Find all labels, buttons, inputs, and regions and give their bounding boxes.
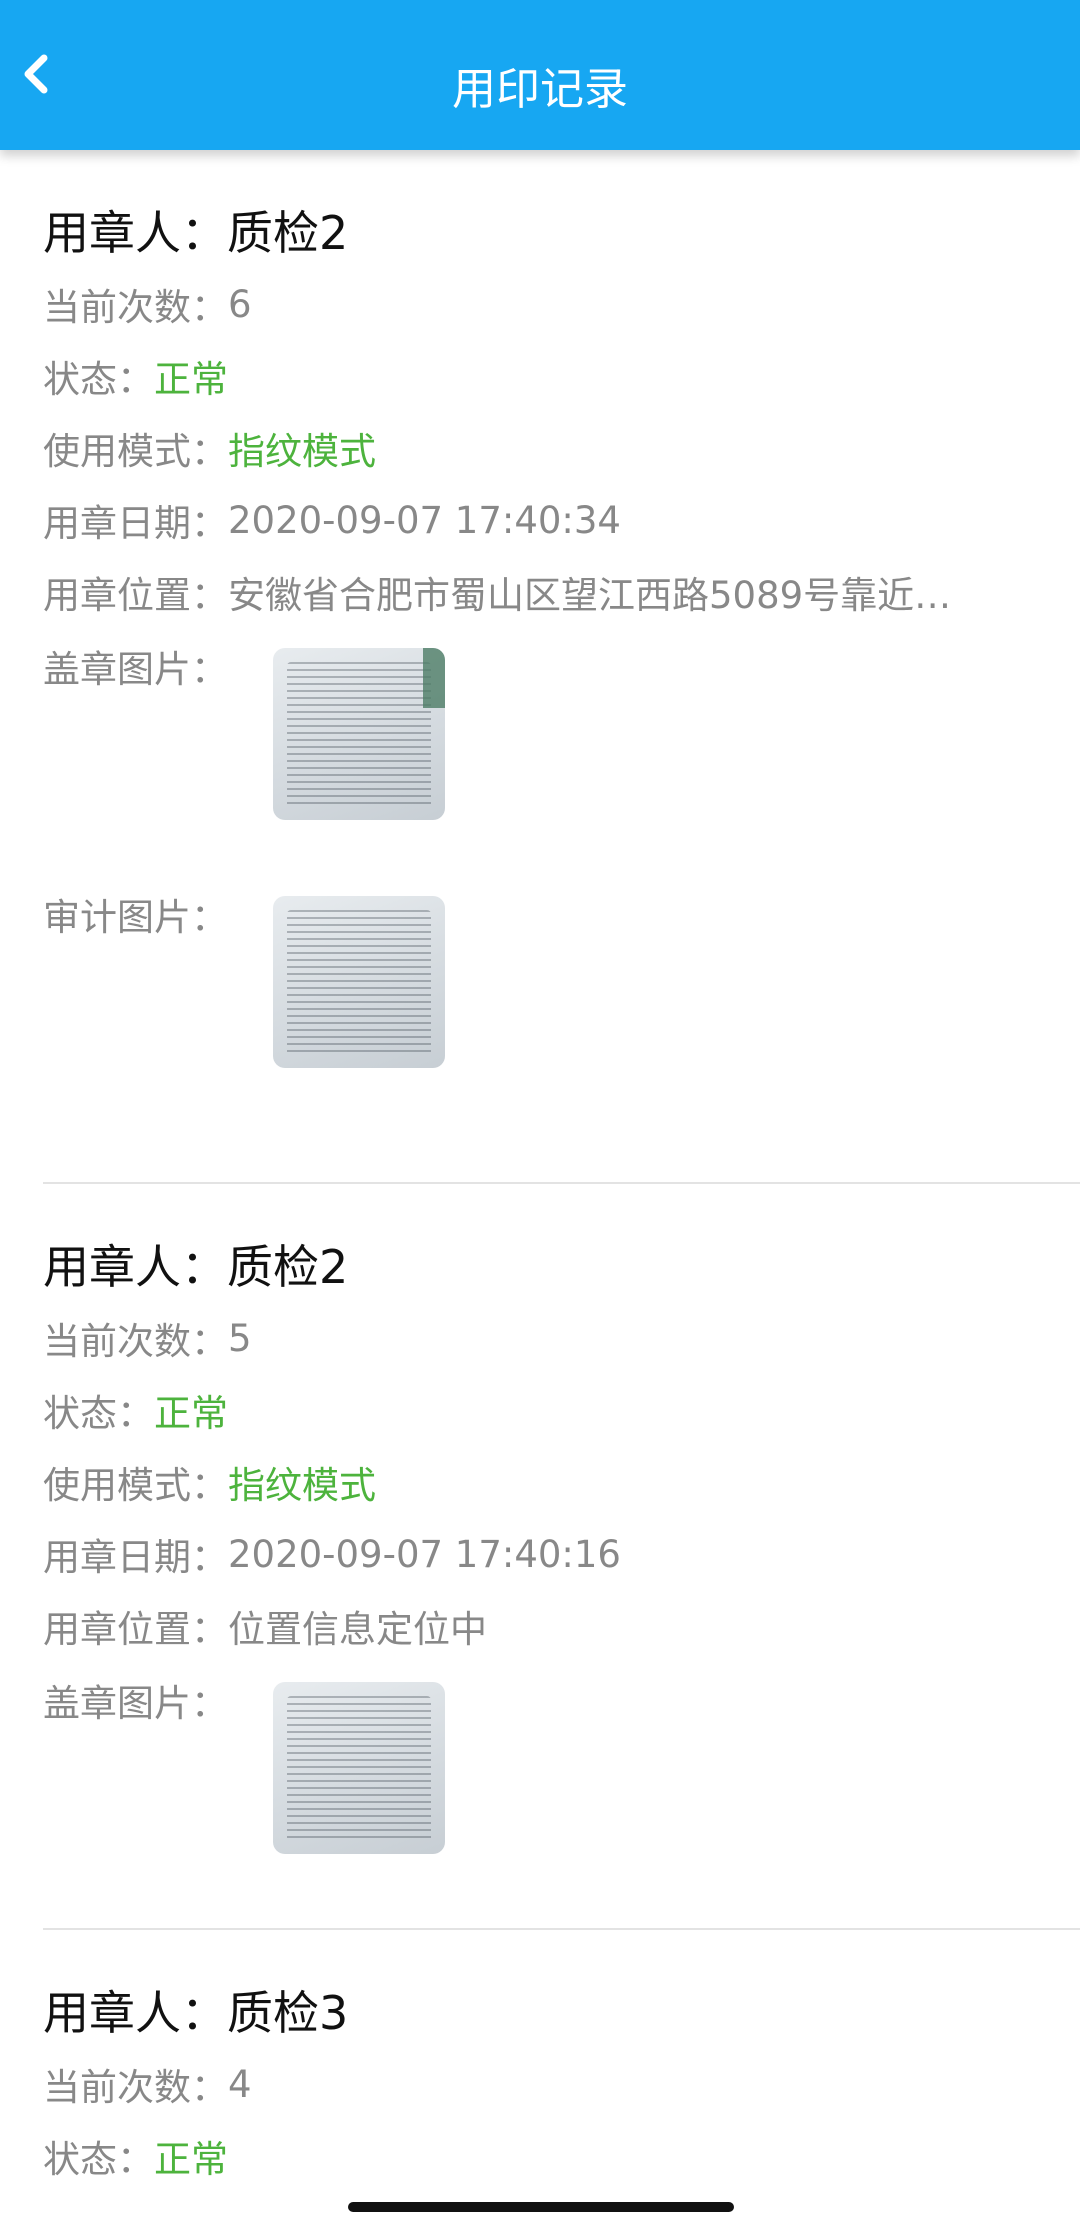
location-value: 安徽省合肥市蜀山区望江西路5089号靠近… — [228, 574, 952, 617]
user-label: 用章人： — [43, 206, 227, 260]
record-card: 用章人： 质检3 当前次数： 4 状态： 正常 — [43, 1928, 1080, 2192]
stamp-image-row: 盖章图片： — [43, 628, 1080, 876]
status-label: 状态： — [43, 358, 154, 401]
page-title: 用印记录 — [452, 64, 628, 115]
date-label: 用章日期： — [43, 502, 228, 545]
document-photo — [287, 662, 431, 808]
record-status-row: 状态： 正常 — [43, 1374, 1080, 1446]
top-app-bar: 用印记录 — [0, 0, 1080, 150]
record-date-row: 用章日期： 2020-09-07 17:40:34 — [43, 484, 1080, 556]
stamp-image-row: 盖章图片： — [43, 1662, 1080, 1854]
record-status-row: 状态： 正常 — [43, 2120, 1080, 2192]
mode-label: 使用模式： — [43, 430, 228, 473]
stamp-image-thumbnail[interactable] — [273, 1682, 445, 1854]
audit-image-row: 审计图片： — [43, 876, 1080, 1068]
record-count-row: 当前次数： 5 — [43, 1302, 1080, 1374]
status-label: 状态： — [43, 1392, 154, 1435]
mode-label: 使用模式： — [43, 1464, 228, 1507]
user-label: 用章人： — [43, 1986, 227, 2040]
date-label: 用章日期： — [43, 1536, 228, 1579]
date-value: 2020-09-07 17:40:16 — [228, 1532, 621, 1576]
record-count-row: 当前次数： 6 — [43, 268, 1080, 340]
record-user-row: 用章人： 质检3 — [43, 1972, 1080, 2048]
location-value: 位置信息定位中 — [228, 1608, 487, 1651]
record-mode-row: 使用模式： 指纹模式 — [43, 412, 1080, 484]
stamp-image-thumbnail[interactable] — [273, 648, 445, 820]
home-indicator[interactable] — [348, 2202, 734, 2212]
count-label: 当前次数： — [43, 286, 228, 329]
status-value: 正常 — [154, 358, 228, 401]
document-photo — [287, 1696, 431, 1842]
count-value: 6 — [228, 282, 252, 326]
record-status-row: 状态： 正常 — [43, 340, 1080, 412]
user-label: 用章人： — [43, 1240, 227, 1294]
back-button[interactable] — [6, 42, 70, 106]
photo-edge-decoration — [423, 648, 445, 708]
count-label: 当前次数： — [43, 2066, 228, 2109]
record-location-row: 用章位置： 安徽省合肥市蜀山区望江西路5089号靠近… — [43, 556, 1080, 628]
record-count-row: 当前次数： 4 — [43, 2048, 1080, 2120]
stamp-image-label: 盖章图片： — [43, 648, 228, 691]
location-label: 用章位置： — [43, 1608, 228, 1651]
count-value: 4 — [228, 2062, 252, 2106]
record-user-row: 用章人： 质检2 — [43, 192, 1080, 268]
document-photo — [287, 910, 431, 1056]
record-date-row: 用章日期： 2020-09-07 17:40:16 — [43, 1518, 1080, 1590]
status-label: 状态： — [43, 2138, 154, 2181]
user-value: 质检2 — [227, 206, 349, 260]
status-value: 正常 — [154, 2138, 228, 2181]
count-value: 5 — [228, 1316, 252, 1360]
stamp-image-label: 盖章图片： — [43, 1682, 228, 1725]
record-list: 用章人： 质检2 当前次数： 6 状态： 正常 使用模式： 指纹模式 用章日期：… — [0, 150, 1080, 2192]
status-value: 正常 — [154, 1392, 228, 1435]
audit-image-label: 审计图片： — [43, 896, 228, 939]
date-value: 2020-09-07 17:40:34 — [228, 498, 621, 542]
user-value: 质检3 — [227, 1986, 349, 2040]
record-location-row: 用章位置： 位置信息定位中 — [43, 1590, 1080, 1662]
mode-value: 指纹模式 — [228, 1464, 376, 1507]
location-label: 用章位置： — [43, 574, 228, 617]
mode-value: 指纹模式 — [228, 430, 376, 473]
record-card: 用章人： 质检2 当前次数： 5 状态： 正常 使用模式： 指纹模式 用章日期：… — [43, 1182, 1080, 1928]
chevron-left-icon — [24, 54, 48, 94]
record-user-row: 用章人： 质检2 — [43, 1226, 1080, 1302]
audit-image-thumbnail[interactable] — [273, 896, 445, 1068]
record-mode-row: 使用模式： 指纹模式 — [43, 1446, 1080, 1518]
record-card: 用章人： 质检2 当前次数： 6 状态： 正常 使用模式： 指纹模式 用章日期：… — [0, 192, 1080, 1182]
count-label: 当前次数： — [43, 1320, 228, 1363]
user-value: 质检2 — [227, 1240, 349, 1294]
